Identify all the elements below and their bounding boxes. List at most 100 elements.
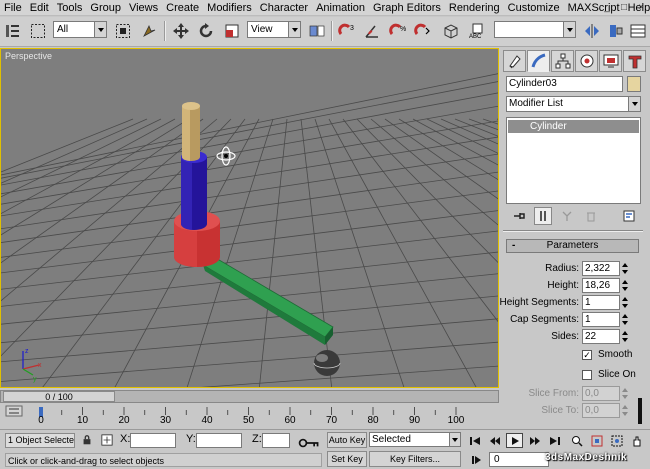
named-selection-set-dropdown[interactable] (494, 21, 576, 38)
time-slider[interactable]: 0 / 100 (0, 390, 499, 403)
spinner-snap-button[interactable] (412, 20, 434, 42)
auto-key-button[interactable]: Auto Key (327, 432, 367, 448)
pin-stack-button[interactable] (510, 207, 528, 225)
select-move-hand-button[interactable] (138, 20, 160, 42)
set-key-button[interactable]: Set Key (327, 451, 367, 467)
viewport-label[interactable]: Perspective (5, 51, 52, 61)
window-controls: _ □ × (600, 1, 648, 14)
menu-edit[interactable]: Edit (26, 0, 53, 16)
menu-file[interactable]: File (0, 0, 26, 16)
set-key-mode-button[interactable] (296, 436, 322, 450)
track-bar[interactable]: 0 10 20 30 40 50 60 70 80 90 100 (0, 405, 499, 429)
remove-modifier-button[interactable] (582, 207, 600, 225)
restore-button[interactable]: □ (617, 1, 631, 14)
align-button[interactable] (605, 20, 627, 42)
tab-motion[interactable] (575, 50, 598, 72)
tab-utilities[interactable] (623, 50, 646, 72)
z-coord-field[interactable] (262, 433, 290, 448)
tab-modify[interactable] (527, 50, 550, 72)
edit-named-selections-button[interactable] (440, 20, 462, 42)
slice-from-spinner[interactable] (622, 387, 630, 400)
sides-spinner[interactable] (622, 330, 630, 343)
make-unique-button[interactable] (558, 207, 576, 225)
configure-modifier-sets-button[interactable] (620, 207, 638, 225)
pivot-center-button[interactable] (306, 20, 328, 42)
previous-frame-button[interactable] (486, 433, 503, 448)
height-spinner[interactable] (622, 279, 630, 292)
menu-graph-editors[interactable]: Graph Editors (369, 0, 445, 16)
menu-tools[interactable]: Tools (53, 0, 87, 16)
menu-customize[interactable]: Customize (504, 0, 564, 16)
select-and-scale-button[interactable] (221, 20, 243, 42)
cap-segments-field[interactable]: 1 (582, 312, 620, 327)
layer-manager-button[interactable] (627, 20, 649, 42)
tab-display[interactable] (599, 50, 622, 72)
mirror-button[interactable] (581, 20, 603, 42)
slice-on-checkbox[interactable] (582, 370, 592, 380)
tick-label: 80 (367, 415, 379, 426)
zoom-region-button[interactable] (608, 433, 625, 448)
x-coord-field[interactable] (130, 433, 176, 448)
menu-rendering[interactable]: Rendering (445, 0, 504, 16)
menu-create[interactable]: Create (162, 0, 203, 16)
key-mode-toggle[interactable] (468, 452, 485, 467)
smooth-checkbox[interactable]: ✓ (582, 350, 592, 360)
rollout-collapse-toggle[interactable]: - (512, 240, 515, 252)
radius-spinner[interactable] (622, 262, 630, 275)
menu-views[interactable]: Views (125, 0, 162, 16)
play-button[interactable] (506, 433, 523, 448)
zoom-extents-all-button[interactable] (588, 433, 605, 448)
selection-lock-toggle[interactable] (80, 433, 94, 447)
zoom-button[interactable] (568, 433, 585, 448)
slice-to-field[interactable]: 0,0 (582, 403, 620, 418)
slice-to-spinner[interactable] (622, 404, 630, 417)
parameters-rollout-header[interactable]: - Parameters (506, 239, 639, 253)
cap-segments-spinner[interactable] (622, 313, 630, 326)
select-link-button[interactable] (2, 20, 24, 42)
tab-create[interactable] (503, 50, 526, 72)
minimize-button[interactable]: _ (600, 1, 614, 14)
snaps-toggle-button[interactable]: 3 (336, 20, 358, 42)
modifier-list-dropdown[interactable]: Modifier List (506, 96, 641, 112)
slice-from-field[interactable]: 0,0 (582, 386, 620, 401)
menu-group[interactable]: Group (86, 0, 125, 16)
height-field[interactable]: 18,26 (582, 278, 620, 293)
height-segments-field[interactable]: 1 (582, 295, 620, 310)
go-to-end-button[interactable] (546, 433, 563, 448)
select-and-move-button[interactable] (170, 20, 192, 42)
menu-modifiers[interactable]: Modifiers (203, 0, 256, 16)
key-filter-dropdown[interactable]: Selected (369, 432, 461, 447)
command-panel-scrollbar[interactable] (638, 398, 642, 424)
current-frame-field[interactable]: 0 (489, 452, 549, 467)
percent-snap-button[interactable]: % (387, 20, 409, 42)
angle-snap-button[interactable] (361, 20, 383, 42)
named-selection-abc-button[interactable]: ABC (468, 20, 490, 42)
go-to-start-button[interactable] (466, 433, 483, 448)
menu-animation[interactable]: Animation (312, 0, 369, 16)
radius-field[interactable]: 2,322 (582, 261, 620, 276)
absolute-mode-toggle[interactable] (100, 433, 114, 447)
sides-field[interactable]: 22 (582, 329, 620, 344)
perspective-viewport[interactable]: z x y Perspective (0, 48, 499, 388)
menu-character[interactable]: Character (256, 0, 312, 16)
next-frame-button[interactable] (526, 433, 543, 448)
selection-filter-dropdown[interactable]: All (53, 21, 107, 38)
3dsmax-window: File Edit Tools Group Views Create Modif… (0, 0, 650, 469)
tab-hierarchy[interactable] (551, 50, 574, 72)
close-button[interactable]: × (634, 1, 648, 14)
height-segments-spinner[interactable] (622, 296, 630, 309)
key-filters-button[interactable]: Key Filters... (369, 451, 461, 467)
select-and-rotate-button[interactable] (195, 20, 217, 42)
y-coord-field[interactable] (196, 433, 242, 448)
reference-coord-dropdown[interactable]: View (247, 21, 301, 38)
smooth-checkbox-row[interactable]: ✓ Smooth (582, 348, 642, 362)
show-end-result-button[interactable] (534, 207, 552, 225)
pan-button[interactable] (628, 433, 645, 448)
slice-on-checkbox-row[interactable]: Slice On (582, 368, 642, 382)
object-color-swatch[interactable] (627, 76, 641, 92)
object-name-field[interactable]: Cylinder03 (506, 76, 623, 92)
time-slider-thumb[interactable]: 0 / 100 (3, 391, 115, 402)
stack-item-cylinder[interactable]: Cylinder (508, 120, 639, 133)
select-by-name-button[interactable] (112, 20, 134, 42)
select-region-button[interactable] (27, 20, 49, 42)
